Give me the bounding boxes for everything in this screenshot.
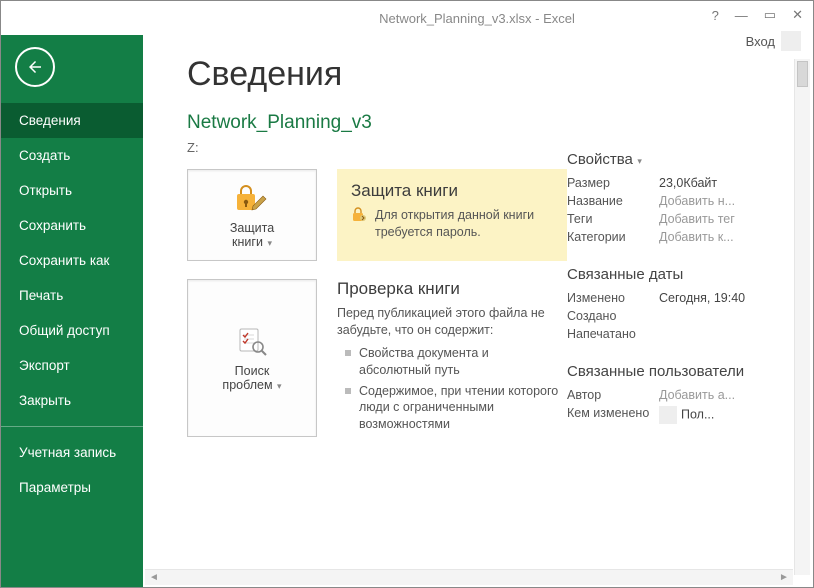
minimize-icon[interactable]: — [735,8,748,23]
window-title: Network_Planning_v3.xlsx - Excel [151,11,803,26]
properties-section: Свойства ▾ Размер23,0Кбайт НазваниеДобав… [567,151,787,244]
protect-info-panel: Защита книги Для открытия данной книги т… [337,169,567,261]
protect-title: Защита книги [351,181,553,201]
inspect-document-button[interactable]: Поиск проблем ▾ [187,279,317,437]
horizontal-scrollbar[interactable]: ◄ ► [145,569,793,585]
checklist-magnifier-icon [236,324,268,360]
sidebar-separator [1,426,143,427]
back-button[interactable] [15,47,55,87]
sidebar-item-export[interactable]: Экспорт [1,348,143,383]
protect-workbook-button[interactable]: Защита книги ▾ [187,169,317,261]
sidebar-item-print[interactable]: Печать [1,278,143,313]
inspect-item: Содержимое, при чтении которого люди с о… [341,383,563,434]
date-created: Создано [567,309,787,323]
sidebar-item-close[interactable]: Закрыть [1,383,143,418]
arrow-left-icon [26,58,44,76]
document-path: Z: [187,140,567,155]
prop-categories[interactable]: КатегорииДобавить к... [567,230,787,244]
inspect-item: Свойства документа и абсолютный путь [341,345,563,379]
date-modified: ИзмененоСегодня, 19:40 [567,291,787,305]
sidebar-item-account[interactable]: Учетная запись [1,435,143,470]
dates-heading: Связанные даты [567,266,787,283]
page-heading: Сведения [187,55,567,94]
users-heading: Связанные пользователи [567,363,787,380]
sidebar-item-info[interactable]: Сведения [1,103,143,138]
vertical-scrollbar[interactable] [794,59,810,575]
dates-section: Связанные даты ИзмененоСегодня, 19:40 Со… [567,266,787,341]
small-lock-icon [351,207,367,241]
chevron-down-icon: ▾ [635,156,642,166]
prop-tags[interactable]: ТегиДобавить тег [567,212,787,226]
users-section: Связанные пользователи АвторДобавить а..… [567,363,787,424]
scroll-right-icon[interactable]: ► [775,570,793,585]
sidebar-item-save[interactable]: Сохранить [1,208,143,243]
backstage-sidebar: Сведения Создать Открыть Сохранить Сохра… [1,35,143,587]
help-icon[interactable]: ? [712,8,719,23]
date-printed: Напечатано [567,327,787,341]
close-icon[interactable]: ✕ [792,7,803,23]
prop-size: Размер23,0Кбайт [567,176,787,190]
title-bar: Network_Planning_v3.xlsx - Excel ? — ▭ ✕ [1,1,813,35]
avatar-icon [659,406,677,424]
document-title: Network_Planning_v3 [187,112,567,134]
maximize-icon[interactable]: ▭ [764,7,776,23]
sidebar-item-new[interactable]: Создать [1,138,143,173]
scroll-left-icon[interactable]: ◄ [145,570,163,585]
prop-title[interactable]: НазваниеДобавить н... [567,194,787,208]
author-row[interactable]: АвторДобавить а... [567,388,787,402]
sidebar-item-open[interactable]: Открыть [1,173,143,208]
scrollbar-thumb[interactable] [797,61,808,87]
chevron-down-icon: ▾ [265,238,272,248]
chevron-down-icon: ▾ [275,381,282,391]
sidebar-item-share[interactable]: Общий доступ [1,313,143,348]
inspect-title: Проверка книги [337,279,563,299]
inspect-info-panel: Проверка книги Перед публикацией этого ф… [337,279,567,437]
inspect-intro: Перед публикацией этого файла не забудьт… [337,305,563,339]
sidebar-item-save-as[interactable]: Сохранить как [1,243,143,278]
sidebar-item-options[interactable]: Параметры [1,470,143,505]
properties-heading[interactable]: Свойства ▾ [567,151,787,168]
lock-key-icon [235,181,269,217]
modified-by-row: Кем измененоПол... [567,406,787,424]
